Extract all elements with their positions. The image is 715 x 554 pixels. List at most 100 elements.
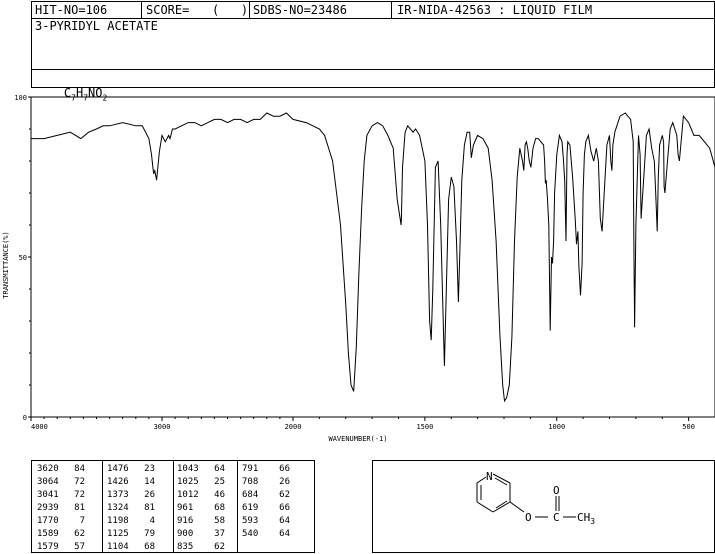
peak-transmittance: 81 xyxy=(144,503,155,513)
peak-wavenumber: 1476 xyxy=(107,464,129,474)
peak-transmittance: 58 xyxy=(214,516,225,526)
peak-transmittance: 62 xyxy=(279,490,290,500)
peak-row: 900 37 xyxy=(177,528,225,541)
methyl-group: CH3 xyxy=(577,511,595,526)
peak-wavenumber: 791 xyxy=(242,464,259,474)
peak-wavenumber: 2939 xyxy=(37,503,59,513)
ring-nitrogen: N xyxy=(486,470,493,483)
peak-wavenumber: 1104 xyxy=(107,542,129,552)
peak-wavenumber: 1589 xyxy=(37,529,59,539)
peak-wavenumber: 835 xyxy=(177,542,194,552)
peak-row: 791 66 xyxy=(242,463,290,476)
peak-wavenumber: 684 xyxy=(242,490,259,500)
peak-transmittance: 7 xyxy=(79,516,85,526)
peak-wavenumber: 916 xyxy=(177,516,194,526)
peak-transmittance: 72 xyxy=(74,477,85,487)
peak-row: 3041 72 xyxy=(37,489,85,502)
y-tick-label: 100 xyxy=(14,94,27,102)
x-tick-label: 3000 xyxy=(154,423,171,431)
peak-row: 1198 4 xyxy=(107,515,155,528)
peak-row: 1125 79 xyxy=(107,528,155,541)
peak-transmittance: 66 xyxy=(279,503,290,513)
y-axis-label: TRANSMITTANCE(%) xyxy=(2,231,10,298)
peak-transmittance: 64 xyxy=(279,516,290,526)
y-axis-ticks: 0 50 100 xyxy=(14,94,31,422)
peak-wavenumber: 619 xyxy=(242,503,259,513)
peak-row: 1104 68 xyxy=(107,541,155,554)
peak-row: 3064 72 xyxy=(37,476,85,489)
peak-transmittance: 64 xyxy=(214,464,225,474)
peak-transmittance: 81 xyxy=(74,503,85,513)
peak-wavenumber: 900 xyxy=(177,529,194,539)
peak-row: 916 58 xyxy=(177,515,225,528)
peak-row: 1373 26 xyxy=(107,489,155,502)
peak-wavenumber: 961 xyxy=(177,503,194,513)
ir-spectrum-chart: 4000 3000 2000 1500 1000 500 0 50 100 WAVENUMBE… xyxy=(2,94,715,443)
peak-row: 593 64 xyxy=(242,515,290,528)
pyridine-ring xyxy=(476,473,511,513)
x-tick-label: 2000 xyxy=(285,423,302,431)
peak-column: 791 66 708 26 684 62 619 66 593 64 540 64 xyxy=(242,463,290,541)
peak-wavenumber: 3041 xyxy=(37,490,59,500)
spectrum-line xyxy=(31,112,715,403)
peak-row: 1025 25 xyxy=(177,476,225,489)
peak-transmittance: 64 xyxy=(279,529,290,539)
peak-wavenumber: 1025 xyxy=(177,477,199,487)
peak-column-divider xyxy=(102,461,103,552)
peak-row: 1324 81 xyxy=(107,502,155,515)
carbonyl-oxygen: O xyxy=(553,484,560,497)
peak-transmittance: 4 xyxy=(149,516,155,526)
peak-row: 835 62 xyxy=(177,541,225,554)
peak-wavenumber: 1426 xyxy=(107,477,129,487)
peak-transmittance: 25 xyxy=(214,477,225,487)
structure-box: N O O C CH3 xyxy=(372,460,715,553)
peak-column: 3620 84 3064 72 3041 72 2939 81 1770 7 1589 62 1579 5… xyxy=(37,463,85,554)
peak-wavenumber: 3064 xyxy=(37,477,59,487)
peak-wavenumber: 708 xyxy=(242,477,259,487)
peak-row: 1012 46 xyxy=(177,489,225,502)
peak-row: 1426 14 xyxy=(107,476,155,489)
peak-transmittance: 66 xyxy=(279,464,290,474)
y-tick-label: 0 xyxy=(23,414,27,422)
peak-wavenumber: 593 xyxy=(242,516,259,526)
peak-wavenumber: 1125 xyxy=(107,529,129,539)
acetate-bonds xyxy=(509,496,576,518)
peak-wavenumber: 1373 xyxy=(107,490,129,500)
ester-oxygen: O xyxy=(525,511,532,524)
peak-transmittance: 68 xyxy=(214,503,225,513)
peak-transmittance: 37 xyxy=(214,529,225,539)
peak-transmittance: 26 xyxy=(279,477,290,487)
peak-wavenumber: 1324 xyxy=(107,503,129,513)
peak-transmittance: 23 xyxy=(144,464,155,474)
peak-wavenumber: 1770 xyxy=(37,516,59,526)
peak-transmittance: 26 xyxy=(144,490,155,500)
peak-wavenumber: 1198 xyxy=(107,516,129,526)
x-tick-label: 500 xyxy=(682,423,695,431)
peak-wavenumber: 3620 xyxy=(37,464,59,474)
peak-column-divider xyxy=(237,461,238,552)
carbonyl-carbon: C xyxy=(553,511,560,524)
x-axis-ticks: 4000 3000 2000 1500 1000 500 xyxy=(30,417,695,431)
peak-transmittance: 62 xyxy=(74,529,85,539)
peak-row: 684 62 xyxy=(242,489,290,502)
peak-transmittance: 46 xyxy=(214,490,225,500)
peak-transmittance: 72 xyxy=(74,490,85,500)
x-axis-label: WAVENUMBER(-1) xyxy=(328,435,387,443)
peak-row: 1770 7 xyxy=(37,515,85,528)
peak-transmittance: 84 xyxy=(74,464,85,474)
peak-column: 1043 64 1025 25 1012 46 961 68 916 58 900 37 835 62 xyxy=(177,463,225,554)
peak-transmittance: 62 xyxy=(214,542,225,552)
peak-table: 3620 84 3064 72 3041 72 2939 81 1770 7 1589 62 1579 5… xyxy=(31,460,315,553)
x-tick-label: 1000 xyxy=(548,423,565,431)
structure-drawing: N O O C CH3 xyxy=(476,470,595,526)
peak-wavenumber: 1012 xyxy=(177,490,199,500)
peak-transmittance: 68 xyxy=(144,542,155,552)
peak-column: 1476 23 1426 14 1373 26 1324 81 1198 4 1125 79 1104 6… xyxy=(107,463,155,554)
peak-row: 1589 62 xyxy=(37,528,85,541)
peak-transmittance: 14 xyxy=(144,477,155,487)
peak-row: 708 26 xyxy=(242,476,290,489)
x-tick-label: 1500 xyxy=(416,423,433,431)
peak-row: 961 68 xyxy=(177,502,225,515)
peak-row: 2939 81 xyxy=(37,502,85,515)
peak-transmittance: 79 xyxy=(144,529,155,539)
